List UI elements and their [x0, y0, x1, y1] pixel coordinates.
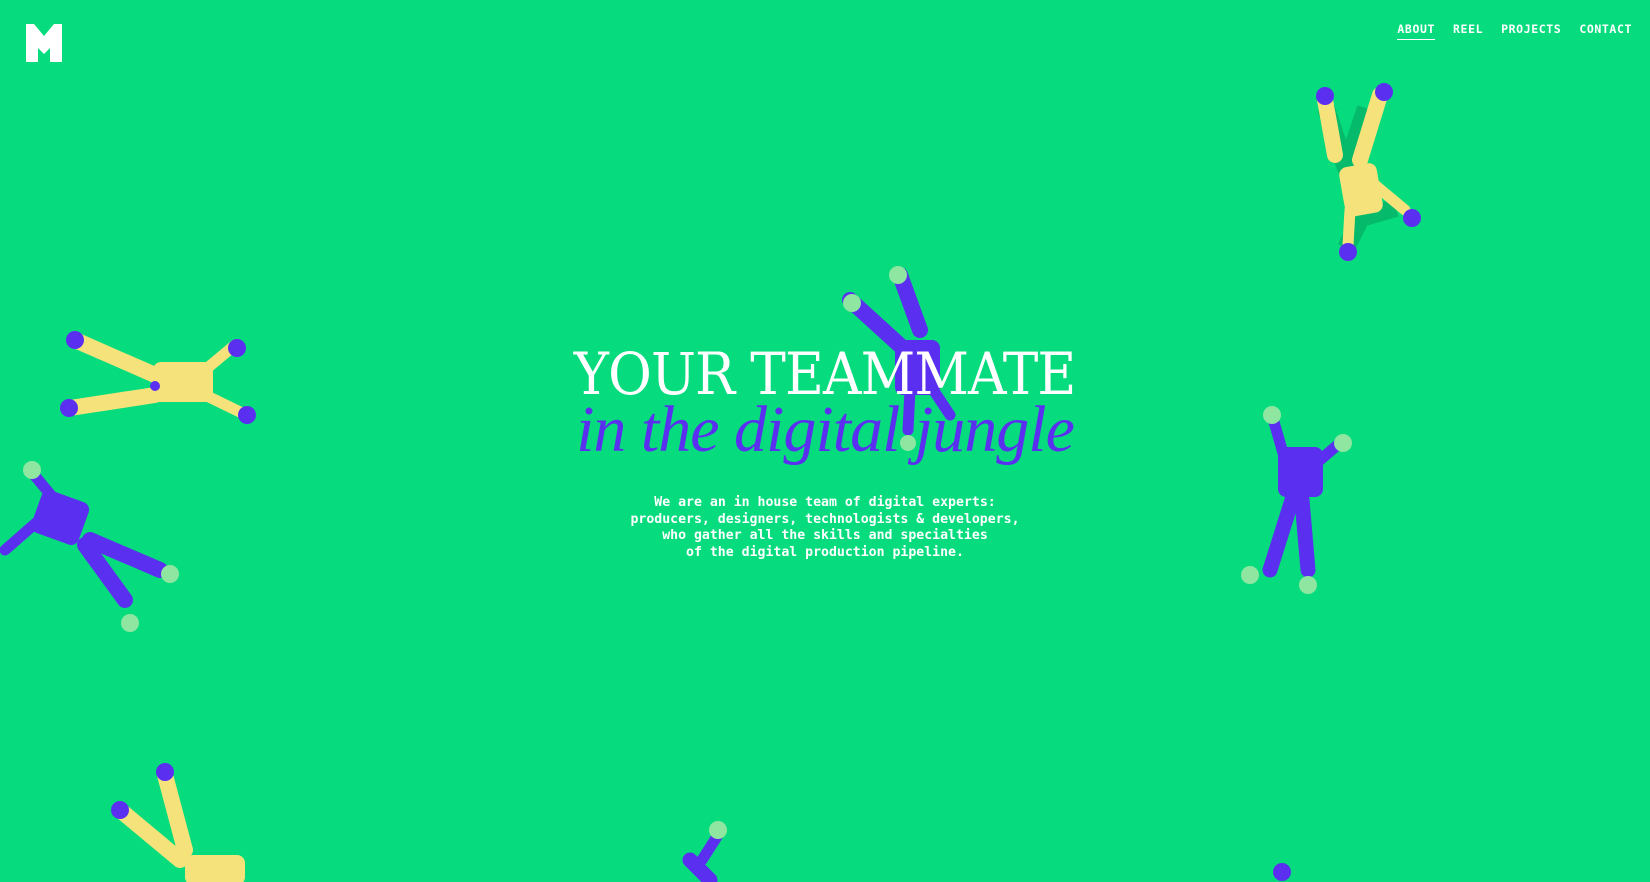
purple-figure-bottom-center — [680, 820, 740, 882]
nav-projects[interactable]: PROJECTS — [1501, 22, 1561, 40]
hero-heading: YOUR TEAMMATE in the digital jungle — [0, 345, 1650, 463]
yellow-figure-top-right — [1300, 80, 1440, 280]
nav-reel[interactable]: REEL — [1453, 22, 1483, 40]
nav-about[interactable]: ABOUT — [1397, 22, 1436, 40]
yellow-figure-bottom-left — [105, 760, 265, 882]
m-logo-icon[interactable] — [26, 24, 62, 62]
purple-figure-bottom-right — [1272, 862, 1292, 882]
nav-contact[interactable]: CONTACT — [1579, 22, 1632, 40]
main-nav: ABOUT REEL PROJECTS CONTACT — [1397, 22, 1632, 40]
hero-title-line1: YOUR TEAMMATE — [574, 340, 1077, 408]
hero-description: We are an in house team of digital exper… — [630, 495, 1020, 561]
